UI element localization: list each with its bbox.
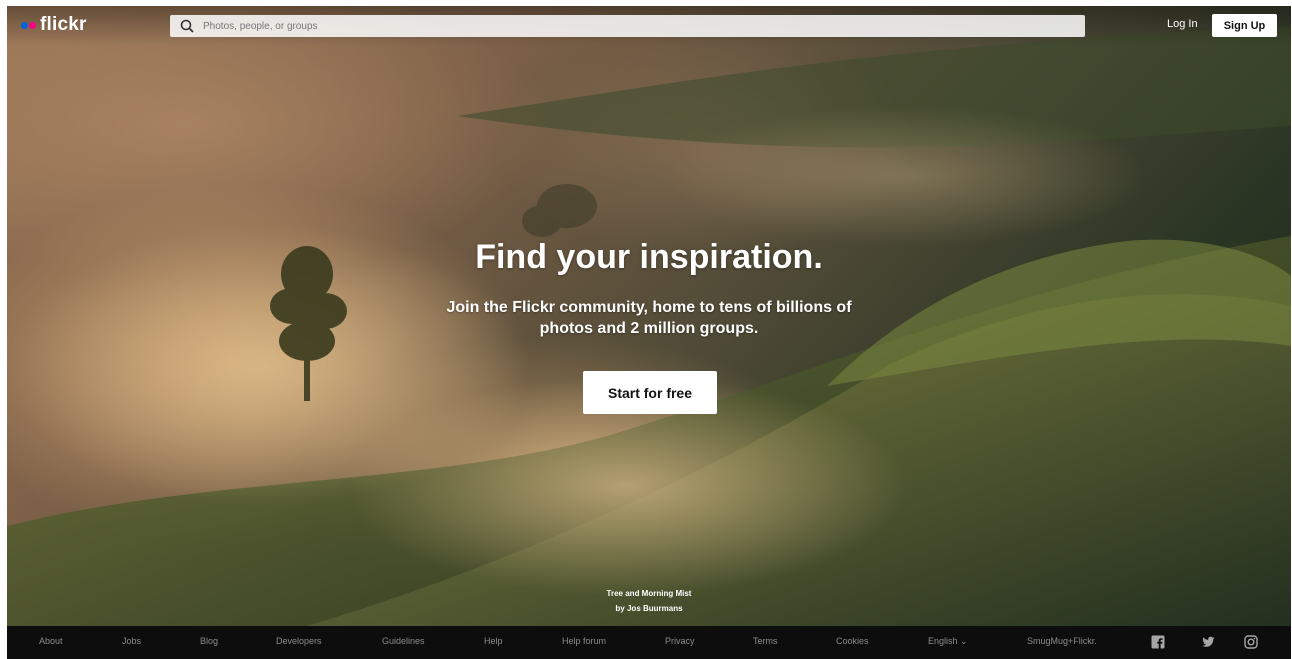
logo-blue-dot xyxy=(21,21,28,29)
photo-credit[interactable]: Tree and Morning Mist by Jos Buurmans xyxy=(7,586,1291,616)
footer-link-terms[interactable]: Terms xyxy=(753,636,778,646)
facebook-icon[interactable] xyxy=(1151,635,1165,649)
instagram-icon[interactable] xyxy=(1244,635,1258,649)
search-input[interactable] xyxy=(199,16,1063,36)
footer-link-cookies[interactable]: Cookies xyxy=(836,636,869,646)
search-bar[interactable] xyxy=(170,15,1085,37)
footer-link-privacy[interactable]: Privacy xyxy=(665,636,695,646)
twitter-icon[interactable] xyxy=(1201,635,1215,649)
footer-link-jobs[interactable]: Jobs xyxy=(122,636,141,646)
logo-text: flickr xyxy=(40,14,87,35)
flickr-logo[interactable]: flickr xyxy=(21,14,87,36)
photo-title[interactable]: Tree and Morning Mist xyxy=(7,586,1291,601)
logo-pink-dot xyxy=(29,21,36,29)
footer: About Jobs Blog Developers Guidelines He… xyxy=(7,626,1291,659)
footer-link-blog[interactable]: Blog xyxy=(200,636,218,646)
sign-up-button[interactable]: Sign Up xyxy=(1212,14,1277,37)
footer-link-smugmug[interactable]: SmugMug+Flickr. xyxy=(1027,636,1097,646)
language-selector[interactable]: English ⌄ xyxy=(928,636,968,647)
footer-link-help-forum[interactable]: Help forum xyxy=(562,636,606,646)
footer-link-guidelines[interactable]: Guidelines xyxy=(382,636,425,646)
log-in-link[interactable]: Log In xyxy=(1167,18,1198,30)
footer-link-about[interactable]: About xyxy=(39,636,63,646)
hero-headline: Find your inspiration. xyxy=(475,238,823,276)
footer-link-help[interactable]: Help xyxy=(484,636,503,646)
hero-background-photo: flickr Log In Sign Up Find your inspirat… xyxy=(7,6,1291,626)
photo-author[interactable]: by Jos Buurmans xyxy=(7,601,1291,616)
page-frame: flickr Log In Sign Up Find your inspirat… xyxy=(0,0,1292,659)
hero-subline: Join the Flickr community, home to tens … xyxy=(446,299,852,337)
start-for-free-button[interactable]: Start for free xyxy=(583,371,717,414)
footer-link-developers[interactable]: Developers xyxy=(276,636,322,646)
search-icon[interactable] xyxy=(177,15,199,37)
